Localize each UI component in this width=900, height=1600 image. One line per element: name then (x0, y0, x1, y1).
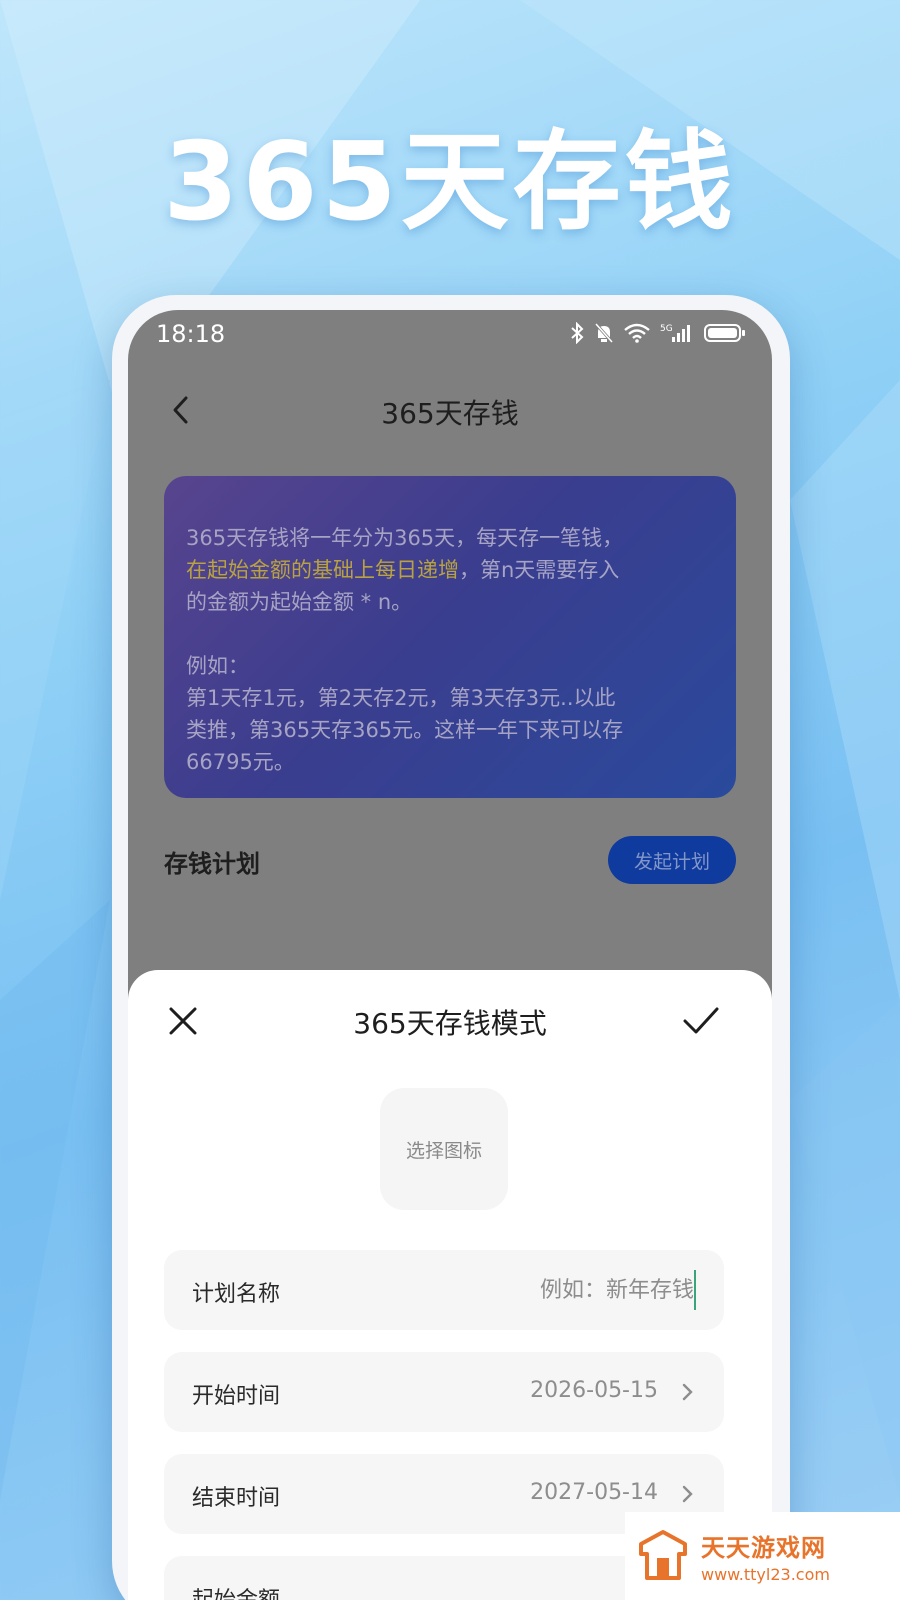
watermark-title: 天天游戏网 (701, 1534, 826, 1562)
start-plan-button[interactable]: 发起计划 (608, 836, 736, 884)
nav-bar: 365天存钱 (128, 380, 772, 440)
confirm-button[interactable] (682, 1004, 720, 1038)
mute-bell-icon (594, 323, 614, 343)
phone-screen: 18:18 5G 365天存钱 365天存钱将一年分为365天，每天存一笔钱， … (128, 310, 772, 1600)
example-label: 例如： (186, 654, 249, 678)
example-line: 第1天存1元，第2天存2元，第3天存3元..以此 (186, 686, 616, 710)
example-line: 66795元。 (186, 750, 295, 774)
wifi-icon (624, 323, 650, 343)
plan-mode-sheet: 365天存钱模式 选择图标 计划名称 开始时间 2026-05-15 结束时间 … (128, 970, 772, 1600)
promo-headline: 365天存钱 (163, 120, 737, 245)
start-date-value: 2026-05-15 (530, 1378, 658, 1403)
intro-line: 在起始金额的基础上每日递增，第n天需要存入 (186, 554, 714, 586)
cellular-signal-icon: 5G (660, 324, 690, 342)
plan-name-label: 计划名称 (192, 1282, 281, 1307)
status-bar: 18:18 5G (128, 310, 772, 360)
sheet-title: 365天存钱模式 (353, 1007, 547, 1040)
example-line: 类推，第365天存365元。这样一年下来可以存 (186, 718, 624, 742)
intro-line-rest: ，第n天需要存入 (459, 558, 620, 582)
site-watermark: 天天游戏网 www.ttyl23.com (625, 1512, 900, 1600)
intro-line: 365天存钱将一年分为365天，每天存一笔钱， (186, 526, 624, 550)
page-title: 365天存钱 (381, 397, 519, 430)
intro-line: 的金额为起始金额 * n。 (186, 590, 413, 614)
status-time: 18:18 (156, 320, 226, 348)
plan-name-row: 计划名称 (164, 1250, 724, 1330)
bluetooth-icon (571, 322, 584, 344)
start-amount-label: 起始金额 (192, 1582, 280, 1600)
plan-name-input[interactable] (436, 1270, 696, 1310)
svg-text:5G: 5G (660, 324, 673, 334)
end-date-label: 结束时间 (192, 1486, 281, 1511)
icon-picker[interactable]: 选择图标 (380, 1088, 508, 1210)
site-logo-icon (639, 1530, 687, 1580)
intro-highlight: 在起始金额的基础上每日递增 (186, 558, 459, 582)
intro-spacer (186, 618, 714, 650)
chevron-right-icon (682, 1383, 693, 1401)
start-date-row[interactable]: 开始时间 2026-05-15 (164, 1352, 724, 1432)
start-date-label: 开始时间 (192, 1384, 281, 1409)
battery-icon (704, 324, 745, 342)
plan-section-title: 存钱计划 (164, 850, 260, 878)
end-date-value: 2027-05-14 (530, 1480, 658, 1505)
watermark-url: www.ttyl23.com (701, 1565, 830, 1584)
status-icons: 5G (570, 322, 746, 344)
intro-card: 365天存钱将一年分为365天，每天存一笔钱， 在起始金额的基础上每日递增，第n… (164, 476, 736, 798)
chevron-right-icon (682, 1485, 693, 1503)
